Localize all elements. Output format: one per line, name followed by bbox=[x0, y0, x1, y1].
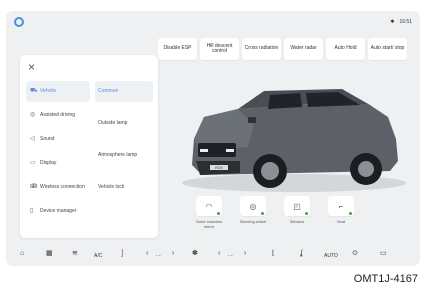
figure-caption: OMT1J-4167 bbox=[353, 273, 418, 285]
seat-vent-icon[interactable]: ʆ bbox=[300, 249, 302, 259]
menu-item-sound[interactable]: ◁ Sound bbox=[26, 129, 90, 150]
fan-icon[interactable]: ≋ bbox=[72, 249, 78, 259]
climate-fan-icon[interactable]: ✽ bbox=[192, 249, 198, 259]
disable-esp-button[interactable]: Disable ESP bbox=[158, 38, 197, 60]
steering-icon: ◎ bbox=[30, 111, 36, 118]
display-icon: ▭ bbox=[30, 159, 36, 166]
tile-steering-wheel[interactable]: ◎ Steering wheel bbox=[240, 196, 266, 229]
quick-controls: Disable ESP Hill descent control Cross r… bbox=[158, 38, 407, 60]
right-temperature: - - bbox=[228, 253, 233, 259]
seat-heat-icon[interactable]: ⌡ bbox=[120, 249, 124, 259]
auto-hold-button[interactable]: Auto Hold bbox=[326, 38, 365, 60]
menu-item-assisted-driving[interactable]: ◎ Assisted driving bbox=[26, 105, 90, 126]
menu-item-display[interactable]: ▭ Display bbox=[26, 153, 90, 174]
assistant-ring-icon[interactable] bbox=[14, 17, 24, 27]
clock: 16:51 bbox=[399, 19, 412, 25]
menu-item-device-manager[interactable]: ▯ Device manager bbox=[26, 201, 90, 222]
ac-button[interactable]: A/C bbox=[94, 251, 102, 261]
menu-item-label: Device manager bbox=[40, 207, 77, 214]
settings-panel: × ⛟ Vehicle ◎ Assisted driving ◁ Sound ▭… bbox=[20, 55, 158, 238]
infotainment-screen: ✱ 16:51 Disable ESP Hill descent control… bbox=[6, 11, 420, 266]
left-temp-up-icon[interactable]: › bbox=[172, 249, 174, 259]
mirror-icon: ◠ bbox=[205, 201, 213, 211]
menu-item-label: Vehicle bbox=[40, 87, 57, 94]
right-temp-down-icon[interactable]: ‹ bbox=[218, 249, 220, 259]
status-bar: ✱ 16:51 bbox=[390, 19, 412, 25]
submenu-common[interactable]: Common bbox=[95, 81, 153, 102]
settings-categories: ⛟ Vehicle ◎ Assisted driving ◁ Sound ▭ D… bbox=[26, 81, 90, 225]
left-temp-down-icon[interactable]: ‹ bbox=[146, 249, 148, 259]
cross-radiation-button[interactable]: Cross radiation bbox=[242, 38, 281, 60]
menu-item-vehicle[interactable]: ⛟ Vehicle bbox=[26, 81, 90, 102]
left-temperature: - - bbox=[156, 253, 161, 259]
vehicle-image: ROX bbox=[182, 89, 406, 192]
car-icon: ⛟ bbox=[30, 87, 38, 94]
auto-button[interactable]: AUTO bbox=[324, 251, 338, 261]
plate-text: ROX bbox=[215, 166, 223, 170]
tile-window[interactable]: ◰ Window bbox=[284, 196, 310, 229]
water-radar-button[interactable]: Water radar bbox=[284, 38, 323, 60]
bottom-dock: ⌂ ▦ ≋ A/C ⌡ ‹ - - › ✽ ‹ - - › ⌊ ʆ AUTO ⊙… bbox=[6, 244, 420, 266]
submenu-vehicle-lock[interactable]: Vehicle lock bbox=[95, 177, 153, 198]
seat-icon: ⌐ bbox=[338, 201, 344, 211]
tile-outer-mirror[interactable]: ◠ Outer rearview mirror bbox=[196, 196, 222, 229]
tile-label: Steering wheel bbox=[239, 219, 267, 224]
tile-label: Outer rearview mirror bbox=[195, 219, 223, 229]
tile-seat[interactable]: ⌐ Seat bbox=[328, 196, 354, 229]
bluetooth-icon: ✱ bbox=[390, 19, 395, 25]
submenu-outside-lamp[interactable]: Outside lamp bbox=[95, 113, 153, 134]
seat-icon[interactable]: ⌊ bbox=[272, 249, 275, 259]
right-temp-up-icon[interactable]: › bbox=[244, 249, 246, 259]
defrost-icon[interactable]: ▭ bbox=[380, 249, 387, 259]
menu-item-label: Wireless connection bbox=[40, 183, 85, 190]
tile-label: Seat bbox=[336, 219, 346, 224]
menu-item-label: Display bbox=[40, 159, 57, 166]
steering-wheel-icon: ◎ bbox=[249, 201, 257, 211]
auto-start-stop-button[interactable]: Auto start/ stop bbox=[368, 38, 407, 60]
close-icon[interactable]: × bbox=[28, 60, 35, 74]
hill-descent-button[interactable]: Hill descent control bbox=[200, 38, 239, 60]
submenu-atmosphere-lamp[interactable]: Atmosphere lamp bbox=[95, 145, 153, 166]
settings-subcategories: Common Outside lamp Atmosphere lamp Vehi… bbox=[95, 81, 153, 209]
home-icon[interactable]: ⌂ bbox=[20, 249, 24, 259]
menu-item-label: Assisted driving bbox=[40, 111, 76, 118]
speaker-icon: ◁ bbox=[30, 135, 35, 142]
apps-icon[interactable]: ▦ bbox=[46, 249, 53, 259]
window-icon: ◰ bbox=[293, 201, 301, 211]
menu-item-wireless[interactable]: ↂ Wireless connection bbox=[26, 177, 90, 198]
quick-adjust-tiles: ◠ Outer rearview mirror ◎ Steering wheel… bbox=[196, 196, 354, 229]
recirculation-icon[interactable]: ⊙ bbox=[352, 249, 358, 259]
menu-item-label: Sound bbox=[40, 135, 55, 142]
device-icon: ▯ bbox=[30, 207, 34, 214]
wireless-icon: ↂ bbox=[30, 183, 38, 190]
tile-label: Window bbox=[289, 219, 305, 224]
